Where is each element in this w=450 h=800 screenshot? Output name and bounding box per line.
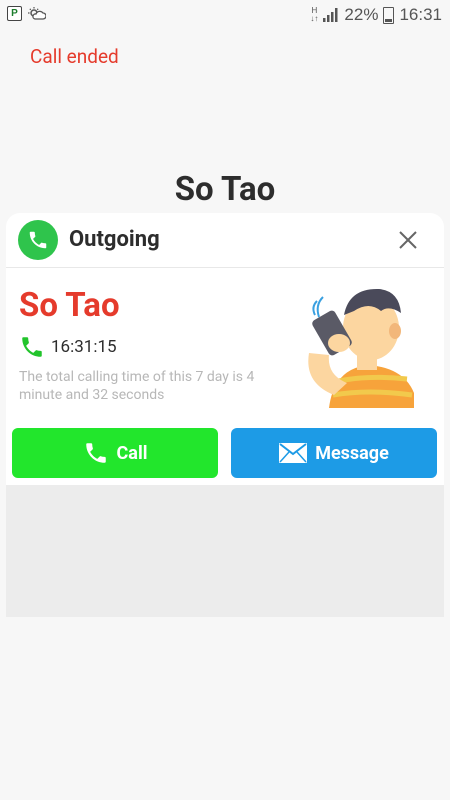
status-right-icons: H ↓↑ 22% 16:31 — [310, 5, 442, 25]
call-time: 16:31:15 — [51, 337, 117, 357]
envelope-icon — [279, 443, 308, 463]
message-button[interactable]: Message — [231, 428, 437, 478]
battery-percent: 22% — [344, 5, 379, 24]
close-icon[interactable] — [396, 228, 420, 252]
call-summary-card: Outgoing So Tao 16:31:15 The total calli… — [6, 213, 444, 617]
calling-time-summary: The total calling time of this 7 day is … — [19, 369, 255, 403]
call-status: Call ended — [30, 45, 119, 68]
person-on-phone-illustration — [308, 288, 414, 408]
call-button-label: Call — [116, 442, 148, 464]
card-title: Outgoing — [69, 227, 160, 252]
status-time: 16:31 — [399, 5, 442, 24]
weather-icon — [28, 6, 46, 20]
status-bar: P H ↓↑ 22% 16:31 — [0, 0, 450, 30]
parking-icon: P — [7, 6, 22, 21]
status-left-icons: P — [7, 6, 46, 21]
contact-name: So Tao — [19, 286, 120, 325]
call-button[interactable]: Call — [12, 428, 218, 478]
signal-icon — [323, 8, 338, 22]
network-type: H ↓↑ — [310, 6, 319, 23]
card-header: Outgoing — [6, 213, 444, 268]
ad-placeholder — [6, 485, 444, 617]
message-button-label: Message — [315, 442, 389, 464]
phone-icon — [85, 443, 106, 463]
caller-name-title: So Tao — [174, 170, 276, 209]
outgoing-call-icon — [18, 220, 58, 260]
call-time-row: 16:31:15 — [19, 334, 117, 360]
battery-icon — [383, 6, 395, 24]
phone-icon — [22, 337, 42, 357]
